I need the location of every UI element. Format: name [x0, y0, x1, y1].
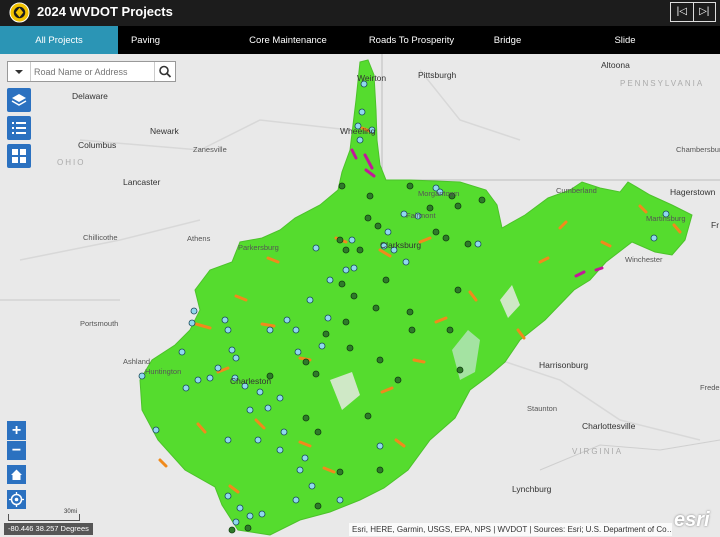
map-label-newark: Newark — [150, 126, 179, 136]
map-view[interactable]: Weirton Pittsburgh Altoona PENNSYLVANIA … — [0, 54, 720, 537]
coordinate-readout: -80.446 38.257 Degrees — [4, 523, 93, 535]
zoom-out-button[interactable]: − — [7, 441, 26, 460]
map-label-hagerstown: Hagerstown — [670, 187, 716, 197]
map-label-frede: Frede — [700, 383, 720, 392]
locate-button[interactable] — [7, 490, 26, 509]
locate-icon — [9, 492, 24, 507]
map-label-chambersburg: Chambersburg — [676, 145, 720, 154]
map-label-huntington: Huntington — [145, 367, 182, 376]
search-source-dropdown[interactable] — [8, 62, 31, 81]
legend-button[interactable] — [7, 116, 31, 140]
map-label-delaware: Delaware — [72, 91, 108, 101]
map-label-parkersburg: Parkersburg — [238, 243, 279, 252]
map-label-lancaster: Lancaster — [123, 177, 161, 187]
tab-all-projects[interactable]: All Projects — [0, 26, 118, 54]
map-label-harrisonburg: Harrisonburg — [539, 360, 589, 370]
map-label-portsmouth: Portsmouth — [80, 319, 119, 328]
tab-bar: All Projects Paving Core Maintenance Roa… — [0, 26, 720, 54]
map-label-staunton: Staunton — [527, 404, 558, 413]
map-label-cumberland: Cumberland — [556, 186, 597, 195]
map-label-martinsburg: Martinsburg — [646, 214, 686, 223]
map-label-pittsburgh: Pittsburgh — [418, 70, 457, 80]
map-label-athens: Athens — [187, 234, 211, 243]
story-navigation: |◁ ▷| — [670, 2, 716, 22]
zoom-in-button[interactable]: + — [7, 421, 26, 440]
app-header: 2024 WVDOT Projects |◁ ▷| — [0, 0, 720, 26]
map-label-morgantown: Morgantown — [418, 189, 460, 198]
map-label-fr: Fr — [711, 220, 720, 230]
tab-bridge[interactable]: Bridge — [485, 26, 530, 54]
wvdot-logo-icon — [9, 2, 30, 23]
home-icon — [11, 469, 22, 480]
search-icon — [159, 65, 172, 78]
attribution: Esri, HERE, Garmin, USGS, EPA, NPS | WVD… — [349, 523, 672, 536]
map-label-zanesville: Zanesville — [193, 145, 227, 154]
tab-slide[interactable]: Slide — [605, 26, 645, 54]
basemap-gallery-icon — [12, 149, 26, 163]
next-button[interactable]: ▷| — [692, 3, 716, 21]
tab-core-maintenance[interactable]: Core Maintenance — [243, 26, 333, 54]
esri-logo: esri — [674, 509, 710, 531]
basemap-gallery-button[interactable] — [7, 144, 31, 168]
search-input[interactable] — [34, 64, 158, 79]
map-label-wheeling: Wheeling — [340, 126, 376, 136]
app-title: 2024 WVDOT Projects — [37, 4, 173, 19]
tab-roads-to-prosperity[interactable]: Roads To Prosperity — [364, 26, 459, 54]
caret-down-icon — [15, 70, 23, 74]
legend-icon — [12, 122, 26, 134]
map-label-virginia: VIRGINIA — [572, 447, 624, 456]
map-label-charleston: Charleston — [230, 376, 272, 386]
layers-icon — [11, 94, 27, 106]
layers-button[interactable] — [7, 88, 31, 112]
map-label-clarksburg: Clarksburg — [380, 240, 422, 250]
tab-paving[interactable]: Paving — [118, 26, 173, 54]
map-label-weirton: Weirton — [357, 73, 387, 83]
map-label-chillicothe: Chillicothe — [83, 233, 118, 242]
map-label-ashland: Ashland — [123, 357, 151, 366]
map-label-fairmont: Fairmont — [406, 211, 436, 220]
map-label-columbus: Columbus — [78, 140, 117, 150]
map-label-lynchburg: Lynchburg — [512, 484, 552, 494]
search-widget — [7, 61, 176, 82]
search-button[interactable] — [154, 62, 175, 81]
scale-label: 30mi — [64, 509, 78, 515]
previous-button[interactable]: |◁ — [671, 3, 693, 21]
map-label-pennsylvania: PENNSYLVANIA — [620, 79, 705, 88]
map-label-charlottesville: Charlottesville — [582, 421, 636, 431]
map-label-winchester: Winchester — [625, 255, 663, 264]
home-button[interactable] — [7, 465, 26, 484]
scale-bar — [8, 514, 80, 521]
map-label-ohio: OHIO — [57, 158, 86, 167]
map-label-altoona: Altoona — [601, 60, 630, 70]
